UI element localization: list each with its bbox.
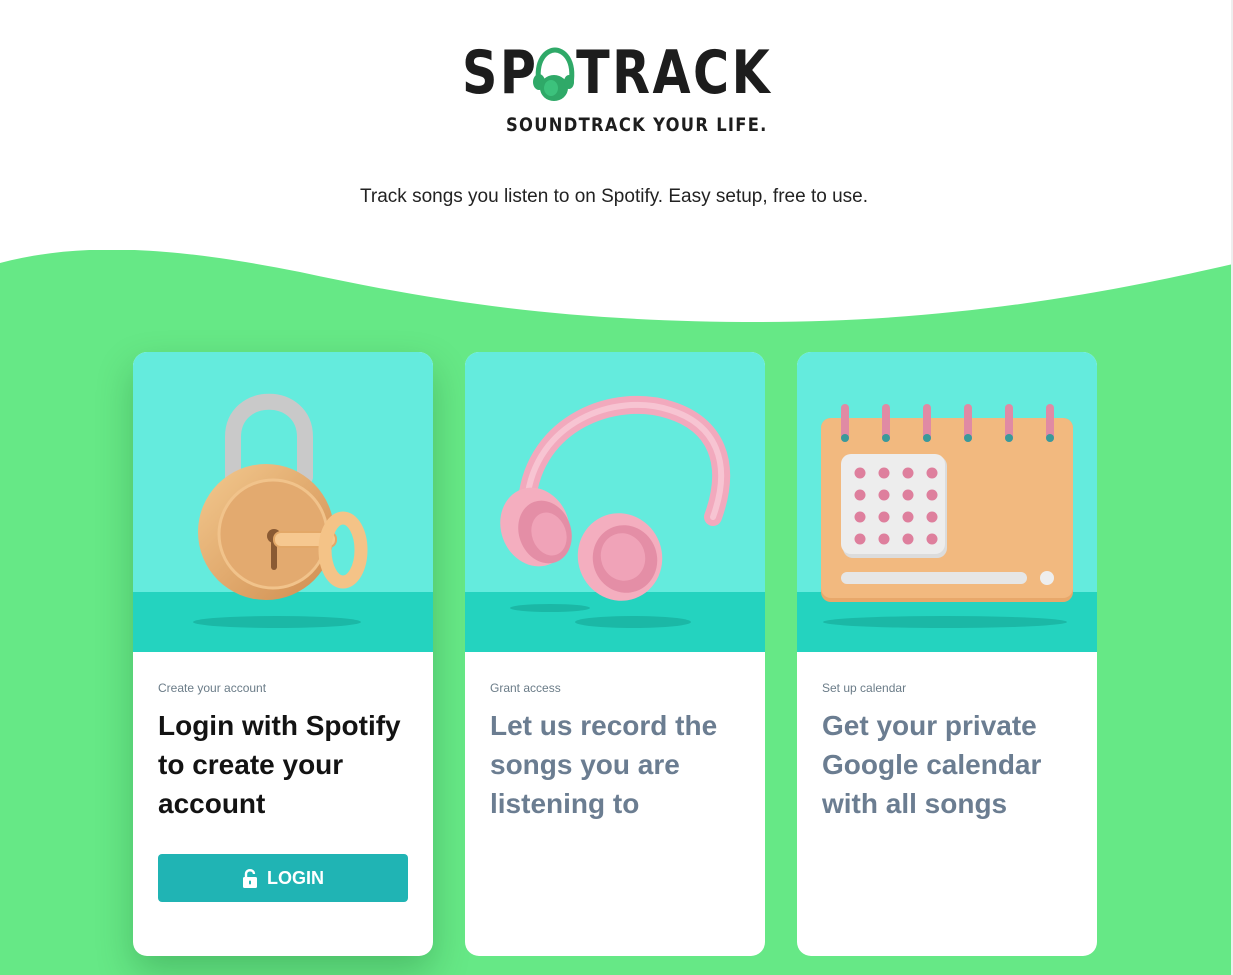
header: SP TRACK SOUNDTRACK YOUR LIFE. Track song…: [0, 0, 1233, 260]
lock-icon: [243, 869, 257, 888]
card-create-account: Create your account Login with Spotify t…: [133, 352, 433, 956]
headphones-icon: [465, 352, 765, 652]
logo-tagline: SOUNDTRACK YOUR LIFE.: [506, 114, 768, 136]
card-eyebrow: Create your account: [158, 681, 267, 695]
padlock-key-icon: [133, 352, 433, 652]
card-set-up-calendar: Set up calendar Get your private Google …: [797, 352, 1097, 956]
login-button-label: LOGIN: [267, 867, 324, 888]
page-subtitle: Track songs you listen to on Spotify. Ea…: [360, 186, 868, 207]
logo-text-right: TRACK: [576, 38, 773, 108]
logo-wordmark: SP TRACK: [462, 38, 770, 108]
logo-headphones-icon: [533, 47, 575, 101]
card-title: Get your private Google calendar with al…: [822, 710, 1042, 819]
spotrack-logo: SP TRACK SOUNDTRACK YOUR LIFE.: [462, 40, 772, 140]
card-title: Let us record the songs you are listenin…: [490, 710, 718, 819]
logo-text-left: SP: [462, 38, 539, 108]
card-grant-access: Grant access Let us record the songs you…: [465, 352, 765, 956]
card-title: Login with Spotify to create your accoun…: [158, 710, 401, 819]
login-button[interactable]: LOGIN: [158, 854, 408, 902]
card-eyebrow: Set up calendar: [822, 681, 907, 695]
card-eyebrow: Grant access: [490, 681, 561, 695]
calendar-icon: [797, 352, 1097, 652]
